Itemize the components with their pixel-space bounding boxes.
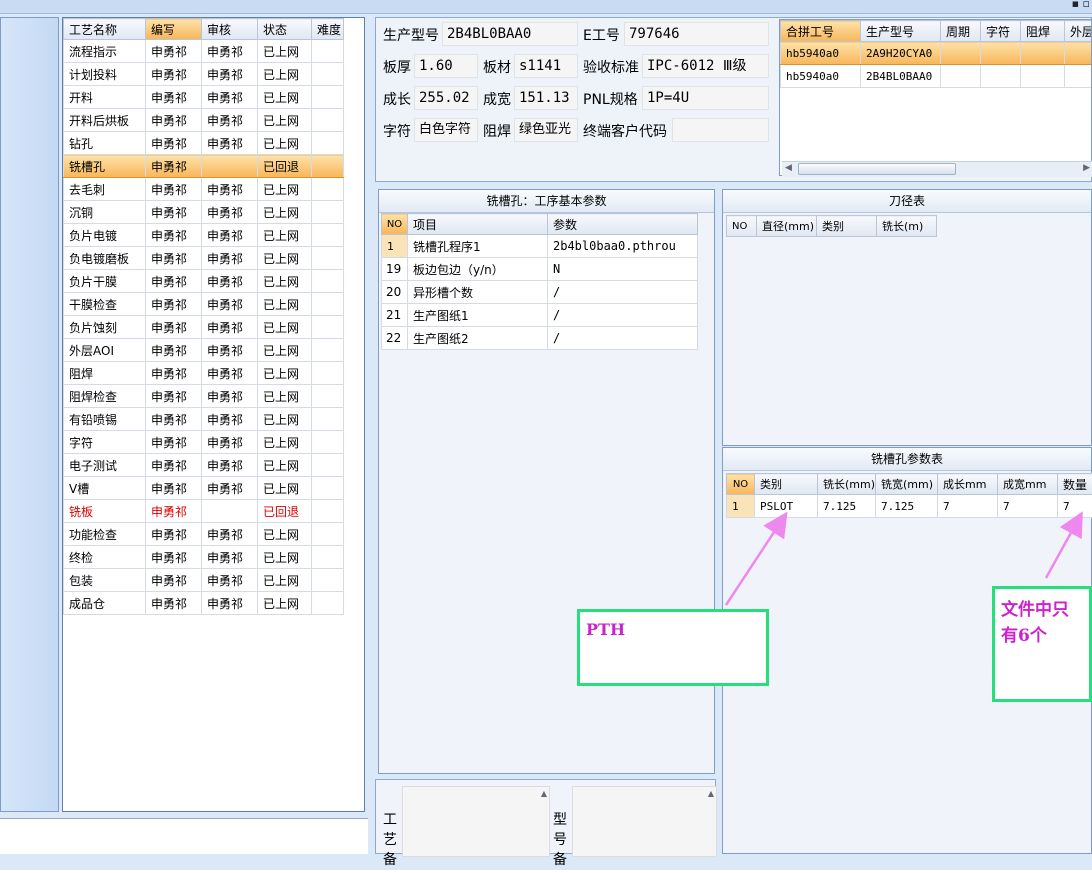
annotation-note-line2: 有6个 <box>1001 623 1083 649</box>
annotation-pth-text: PTH <box>586 620 625 639</box>
annotation-note-line1: 文件中只 <box>1001 597 1083 623</box>
annotation-count-note: 文件中只 有6个 <box>992 586 1092 702</box>
annotation-pth: PTH <box>577 609 769 686</box>
arrow-to-pslot <box>726 520 782 605</box>
annotation-arrows <box>0 0 1092 854</box>
arrow-to-qty <box>1046 520 1078 578</box>
